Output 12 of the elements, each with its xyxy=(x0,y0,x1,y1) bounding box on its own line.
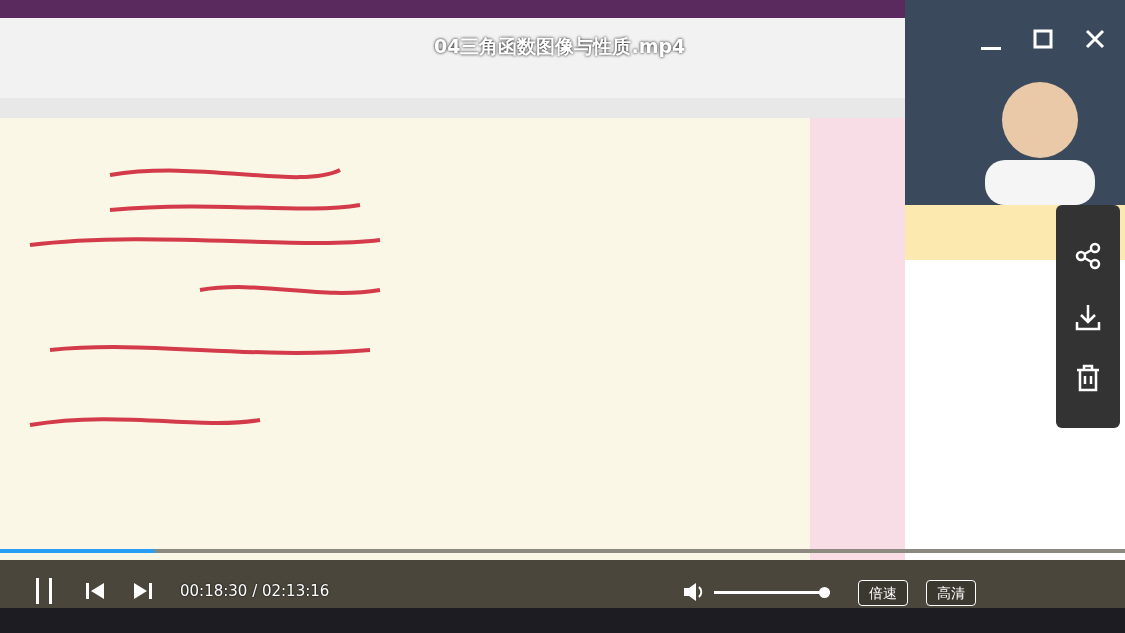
playback-time: 00:18:30 / 02:13:16 xyxy=(180,580,330,602)
control-button[interactable]: 倍速 xyxy=(858,580,908,606)
progress-track[interactable] xyxy=(0,549,1125,553)
window-title: 04三角函数图像与性质.mp4 xyxy=(434,34,686,60)
previous-icon xyxy=(84,581,106,601)
share-icon xyxy=(1073,240,1103,271)
next-button[interactable] xyxy=(132,581,154,601)
minimize-icon xyxy=(981,47,1001,50)
previous-button[interactable] xyxy=(84,581,106,601)
control-button[interactable]: 高清 xyxy=(926,580,976,606)
share-button[interactable] xyxy=(1073,240,1103,271)
next-icon xyxy=(132,581,154,601)
